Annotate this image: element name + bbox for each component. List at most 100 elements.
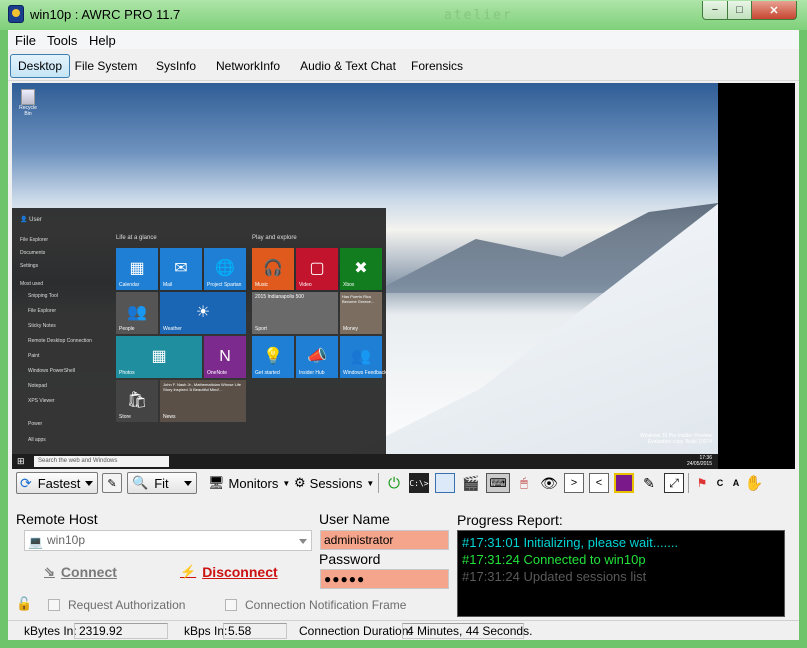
remote-desktop-view[interactable]: Recycle Bin Windows 10 Pro Insider Previ… bbox=[12, 83, 795, 469]
start-app-item[interactable]: File Explorer bbox=[28, 308, 56, 314]
monitor-icon[interactable] bbox=[614, 473, 634, 493]
tile-money[interactable]: Has Puerto Rico Become Greece... Money bbox=[340, 292, 382, 334]
xbox-icon: ✖ bbox=[354, 259, 368, 277]
kbps-in-label: kBps In: bbox=[184, 624, 228, 638]
start-all-apps[interactable]: All apps bbox=[28, 437, 46, 443]
start-app-item[interactable]: Sticky Notes bbox=[28, 323, 56, 329]
script-next-icon[interactable]: > bbox=[564, 473, 584, 493]
tile-label: Weather bbox=[163, 326, 182, 332]
tile-get-started[interactable]: 💡 Get started bbox=[252, 336, 294, 378]
tile-people[interactable]: 👥 People bbox=[116, 292, 158, 334]
chevron-down-icon bbox=[85, 481, 93, 486]
start-app-item[interactable]: Paint bbox=[28, 353, 39, 359]
tile-windows-feedback[interactable]: 👥 Windows Feedback bbox=[340, 336, 387, 378]
tile-calendar[interactable]: ▦ Calendar bbox=[116, 248, 158, 290]
password-field[interactable]: ●●●●● bbox=[320, 569, 449, 589]
taskbar-search[interactable]: Search the web and Windows bbox=[34, 456, 169, 467]
remote-screen[interactable]: Recycle Bin Windows 10 Pro Insider Previ… bbox=[12, 83, 718, 469]
request-authorization-checkbox[interactable]: Request Authorization bbox=[48, 598, 185, 612]
tab-file-system[interactable]: File System bbox=[72, 54, 140, 78]
fullscreen-icon[interactable]: ⤢ bbox=[664, 473, 684, 493]
window-client-area: File Tools Help Desktop File System SysI… bbox=[8, 30, 799, 640]
script-prev-icon[interactable]: < bbox=[589, 473, 609, 493]
tile-insider-hub[interactable]: 📣 Insider Hub bbox=[296, 336, 338, 378]
user-name-field[interactable]: administrator bbox=[320, 530, 449, 550]
unlock-icon[interactable]: 🔓 bbox=[16, 596, 32, 612]
connect-label: Connect bbox=[60, 564, 117, 580]
remote-taskbar[interactable]: ⊞ Search the web and Windows 17:36 24/05… bbox=[12, 454, 718, 469]
menu-help[interactable]: Help bbox=[89, 33, 116, 48]
disconnect-label: Disconnect bbox=[202, 564, 278, 580]
tile-sport[interactable]: 2015 Indianapolis 500 Sport bbox=[252, 292, 338, 334]
tile-music[interactable]: 🎧 Music bbox=[252, 248, 294, 290]
checkbox-box[interactable] bbox=[225, 599, 237, 611]
start-user[interactable]: 👤 User bbox=[20, 216, 42, 223]
checkbox-box[interactable] bbox=[48, 599, 60, 611]
menu-tools[interactable]: Tools bbox=[47, 33, 77, 48]
clapperboard-icon[interactable]: 🎬 bbox=[461, 473, 481, 493]
tile-project-spartan[interactable]: 🌐 Project Spartan bbox=[204, 248, 246, 290]
status-bar: kBytes In: 2319.92 kBps In: 5.58 Connect… bbox=[8, 620, 799, 640]
start-app-item[interactable]: Snipping Tool bbox=[28, 293, 58, 299]
windows-start-icon[interactable]: ⊞ bbox=[17, 456, 27, 466]
minimize-button[interactable]: − bbox=[702, 1, 728, 20]
tab-networkinfo[interactable]: NetworkInfo bbox=[210, 54, 286, 78]
start-app-item[interactable]: Notepad bbox=[28, 383, 47, 389]
tab-sysinfo[interactable]: SysInfo bbox=[146, 54, 206, 78]
tile-photos[interactable]: ▦ Photos bbox=[116, 336, 202, 378]
sessions-menu[interactable]: ⚙ Sessions ▼ bbox=[294, 475, 374, 491]
eye-icon[interactable]: 👁 bbox=[539, 473, 559, 493]
hand-icon[interactable]: ✋ bbox=[744, 473, 764, 493]
connection-notification-checkbox[interactable]: Connection Notification Frame bbox=[225, 598, 406, 612]
close-button[interactable]: ✕ bbox=[751, 1, 797, 20]
tab-desktop[interactable]: Desktop bbox=[10, 54, 70, 78]
pen-icon[interactable]: ✎ bbox=[102, 473, 122, 493]
tile-store[interactable]: 🛍 Store bbox=[116, 380, 158, 422]
recycle-bin-desktop-icon[interactable]: Recycle Bin bbox=[18, 89, 38, 117]
progress-report-log[interactable]: #17:31:01 Initializing, please wait.....… bbox=[457, 530, 785, 617]
window-icon[interactable] bbox=[435, 473, 455, 493]
tile-label: Windows Feedback bbox=[343, 370, 387, 376]
edit-icon[interactable]: ✎ bbox=[639, 473, 659, 493]
windows-flag-icon[interactable]: ⚑ bbox=[692, 473, 712, 493]
start-app-item[interactable]: XPS Viewer bbox=[28, 398, 55, 404]
mouse-icon[interactable]: 🖱 bbox=[514, 473, 534, 493]
log-line: #17:31:01 Initializing, please wait.....… bbox=[462, 535, 679, 550]
start-app-item[interactable]: Remote Desktop Connection bbox=[28, 338, 92, 344]
disconnect-button[interactable]: ⚡ Disconnect bbox=[180, 564, 278, 580]
user-name-label: User Name bbox=[319, 511, 390, 527]
start-place-file-explorer[interactable]: File Explorer bbox=[20, 237, 48, 243]
start-app-item[interactable]: Windows PowerShell bbox=[28, 368, 75, 374]
viewer-toolbar: ⟳ Fastest ✎ 🔍 Fit 🖥 Monitors ▼ ⚙ Session… bbox=[12, 470, 795, 496]
menu-file[interactable]: File bbox=[15, 33, 36, 48]
keyboard-icon[interactable]: ⌨ bbox=[486, 473, 510, 493]
speed-select[interactable]: ⟳ Fastest bbox=[16, 472, 98, 494]
lightbulb-icon: 💡 bbox=[263, 347, 283, 365]
power-icon[interactable]: ⏻ bbox=[384, 473, 404, 493]
tab-audio-text-chat[interactable]: Audio & Text Chat bbox=[296, 54, 400, 78]
scale-select[interactable]: 🔍 Fit bbox=[127, 472, 197, 494]
monitors-menu[interactable]: 🖥 Monitors ▼ bbox=[208, 475, 290, 491]
maximize-button[interactable]: □ bbox=[727, 1, 752, 20]
tile-label: Mail bbox=[163, 282, 173, 288]
chevron-down-icon: ▼ bbox=[366, 478, 375, 488]
tile-video[interactable]: ▢ Video bbox=[296, 248, 338, 290]
start-power[interactable]: Power bbox=[28, 421, 42, 427]
tile-onenote[interactable]: N OneNote bbox=[204, 336, 246, 378]
connect-button[interactable]: ⇘ Connect bbox=[44, 564, 117, 580]
tile-label: Xbox bbox=[343, 282, 355, 288]
tile-xbox[interactable]: ✖ Xbox bbox=[340, 248, 382, 290]
start-place-documents[interactable]: Documents bbox=[20, 250, 45, 256]
tab-forensics[interactable]: Forensics bbox=[406, 54, 468, 78]
sessions-label: Sessions bbox=[309, 475, 363, 491]
tile-mail[interactable]: ✉ Mail bbox=[160, 248, 202, 290]
start-menu[interactable]: 👤 User File Explorer Documents Settings … bbox=[12, 208, 387, 454]
command-prompt-icon[interactable]: C:\> bbox=[409, 473, 429, 493]
tile-news[interactable]: John F. Nash Jr., Mathematician Whose Li… bbox=[160, 380, 246, 422]
megaphone-icon: 📣 bbox=[307, 347, 327, 365]
start-place-settings[interactable]: Settings bbox=[20, 263, 38, 269]
remote-host-select[interactable]: 💻 win10p bbox=[24, 530, 312, 551]
text-a-icon[interactable]: A bbox=[726, 473, 746, 493]
start-most-used-heading: Most used bbox=[20, 281, 44, 287]
tile-weather[interactable]: ☀ Weather bbox=[160, 292, 246, 334]
